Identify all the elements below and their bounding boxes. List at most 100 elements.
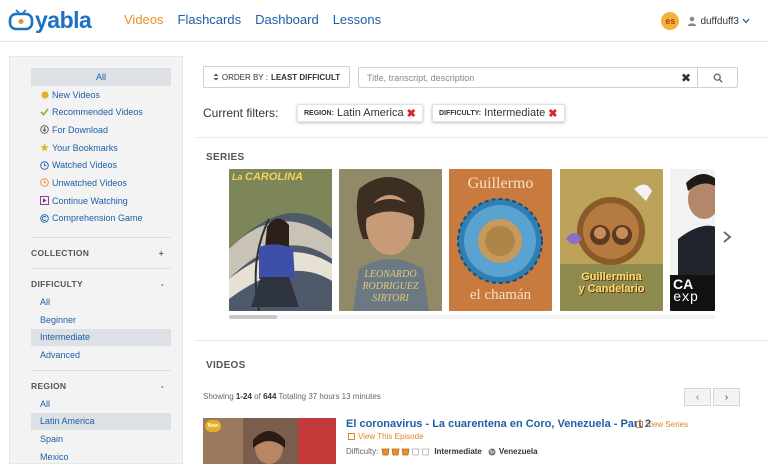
option-label: Beginner [40, 314, 77, 325]
copyright-icon [40, 214, 49, 223]
collapse-toggle[interactable]: - [161, 279, 164, 289]
difficulty-option-all[interactable]: All [31, 293, 171, 311]
poster-title: CA exp [673, 276, 699, 306]
sidebar-item-comprehension[interactable]: Comprehension Game [31, 210, 171, 228]
series-scrollbar-track[interactable] [229, 315, 715, 319]
sidebar-item-unwatched[interactable]: Unwatched Videos [31, 174, 171, 192]
poster-title: LEONARDO RODRIGUEZ SIRTORI [362, 269, 419, 304]
option-label: Latin America [40, 416, 95, 427]
difficulty-cup-filled-icon [401, 448, 410, 455]
sidebar-item-watched[interactable]: Watched Videos [31, 156, 171, 174]
region-option-all[interactable]: All [31, 395, 171, 413]
nav-lessons[interactable]: Lessons [333, 12, 381, 27]
plus-box-icon [636, 421, 643, 428]
video-title-link[interactable]: El coronavirus - La cuarentena en Coro, … [346, 418, 651, 430]
sidebar-item-label: Unwatched Videos [52, 177, 127, 188]
clear-search-icon[interactable]: ✖ [675, 71, 697, 85]
option-label: Intermediate [40, 332, 91, 343]
next-page-button[interactable]: › [713, 388, 740, 406]
option-label: Advanced [40, 350, 81, 361]
option-label: All [40, 398, 51, 409]
star-icon [40, 143, 49, 152]
option-label: All [40, 297, 51, 308]
remove-filter-icon[interactable]: ✖ [407, 107, 416, 120]
difficulty-option-beginner[interactable]: Beginner [31, 311, 171, 329]
order-by-value: LEAST DIFFICULT [270, 72, 341, 82]
video-thumbnail[interactable]: New [203, 418, 336, 464]
poster-title: Guillermina y Candelario [578, 271, 645, 295]
series-scrollbar-thumb[interactable] [229, 315, 277, 319]
option-label: Spain [40, 434, 64, 445]
chevron-right-icon[interactable] [721, 230, 733, 244]
user-icon [688, 16, 697, 26]
difficulty-option-intermediate[interactable]: Intermediate [31, 328, 171, 347]
region-option-spain[interactable]: Spain [31, 430, 171, 448]
nav-dashboard[interactable]: Dashboard [255, 12, 319, 27]
download-icon [40, 125, 49, 135]
new-dot-icon [40, 90, 49, 99]
clock-icon [40, 178, 49, 188]
order-by-prefix: ORDER BY : [221, 72, 268, 82]
checkmark-icon [40, 108, 49, 117]
series-poster-guillermo[interactable]: Guillermo el chamán [449, 169, 552, 311]
sidebar-item-all[interactable]: All [31, 68, 171, 86]
view-series-link[interactable]: View Series [636, 420, 688, 429]
section-difficulty[interactable]: DIFFICULTY - [31, 275, 164, 293]
sidebar-item-continue[interactable]: Continue Watching [31, 192, 171, 210]
sort-icon [213, 73, 219, 81]
difficulty-cups [381, 448, 431, 456]
remove-filter-icon[interactable]: ✖ [548, 107, 557, 120]
yabla-logo[interactable]: yabla [8, 6, 92, 34]
order-by-button[interactable]: ORDER BY : LEAST DIFFICULT [203, 66, 350, 88]
section-title: DIFFICULTY [31, 279, 83, 290]
language-badge[interactable]: es [661, 12, 680, 30]
nav-flashcards[interactable]: Flashcards [178, 12, 242, 27]
section-collection[interactable]: COLLECTION + [31, 244, 164, 262]
sidebar-item-label: For Download [52, 124, 109, 135]
search-button[interactable] [697, 68, 737, 87]
sidebar-item-recommended[interactable]: Recommended Videos [31, 103, 171, 121]
chevron-down-icon [742, 18, 750, 24]
difficulty-option-advanced[interactable]: Advanced [31, 346, 171, 364]
region-option-mexico[interactable]: Mexico [31, 448, 171, 466]
difficulty-cup-filled-icon [381, 448, 390, 455]
thumbnail-art [203, 418, 336, 464]
username: duffduff3 [700, 15, 739, 27]
user-menu[interactable]: es duffduff3 [661, 12, 750, 30]
main-nav: Videos Flashcards Dashboard Lessons [124, 12, 395, 27]
divider [194, 340, 768, 341]
search-box: ✖ [358, 67, 738, 88]
filter-chip-difficulty: DIFFICULTY: Intermediate ✖ [432, 104, 565, 122]
sidebar-item-label: Continue Watching [52, 195, 128, 206]
clock-icon [40, 161, 49, 170]
expand-toggle[interactable]: + [159, 248, 164, 258]
sidebar-item-download[interactable]: For Download [31, 121, 171, 139]
sidebar-item-label: All [95, 71, 106, 82]
sidebar-item-label: Watched Videos [52, 160, 118, 171]
series-poster-guillermina[interactable]: Guillermina y Candelario [560, 169, 663, 311]
difficulty-cup-empty-icon [421, 448, 430, 455]
nav-videos[interactable]: Videos [124, 12, 164, 27]
sidebar-item-label: New Videos [52, 89, 100, 100]
difficulty-value: Intermediate [434, 447, 482, 456]
section-region[interactable]: REGION - [31, 377, 164, 395]
series-poster-partial[interactable]: CA exp [670, 169, 715, 311]
series-heading: SERIES [206, 152, 245, 163]
section-title: COLLECTION [31, 248, 90, 259]
sidebar-item-label: Recommended Videos [52, 107, 143, 118]
sidebar-item-new-videos[interactable]: New Videos [31, 86, 171, 104]
new-badge: New [205, 420, 221, 432]
videos-heading: VIDEOS [206, 360, 246, 371]
difficulty-cup-empty-icon [411, 448, 420, 455]
difficulty-row: Difficulty: Intermediate Venezuela [346, 447, 538, 456]
globe-icon [488, 448, 496, 455]
series-poster-la-carolina[interactable]: La CAROLINA [229, 169, 332, 311]
series-poster-leonardo[interactable]: LEONARDO RODRIGUEZ SIRTORI [339, 169, 442, 311]
collapse-toggle[interactable]: - [161, 381, 164, 391]
search-input[interactable] [359, 68, 675, 87]
sidebar-item-bookmarks[interactable]: Your Bookmarks [31, 139, 171, 157]
chip-key: DIFFICULTY: [439, 109, 482, 117]
view-episode-link[interactable]: View This Episode [348, 432, 424, 441]
region-option-latin-america[interactable]: Latin America [31, 412, 171, 431]
prev-page-button[interactable]: ‹ [684, 388, 711, 406]
